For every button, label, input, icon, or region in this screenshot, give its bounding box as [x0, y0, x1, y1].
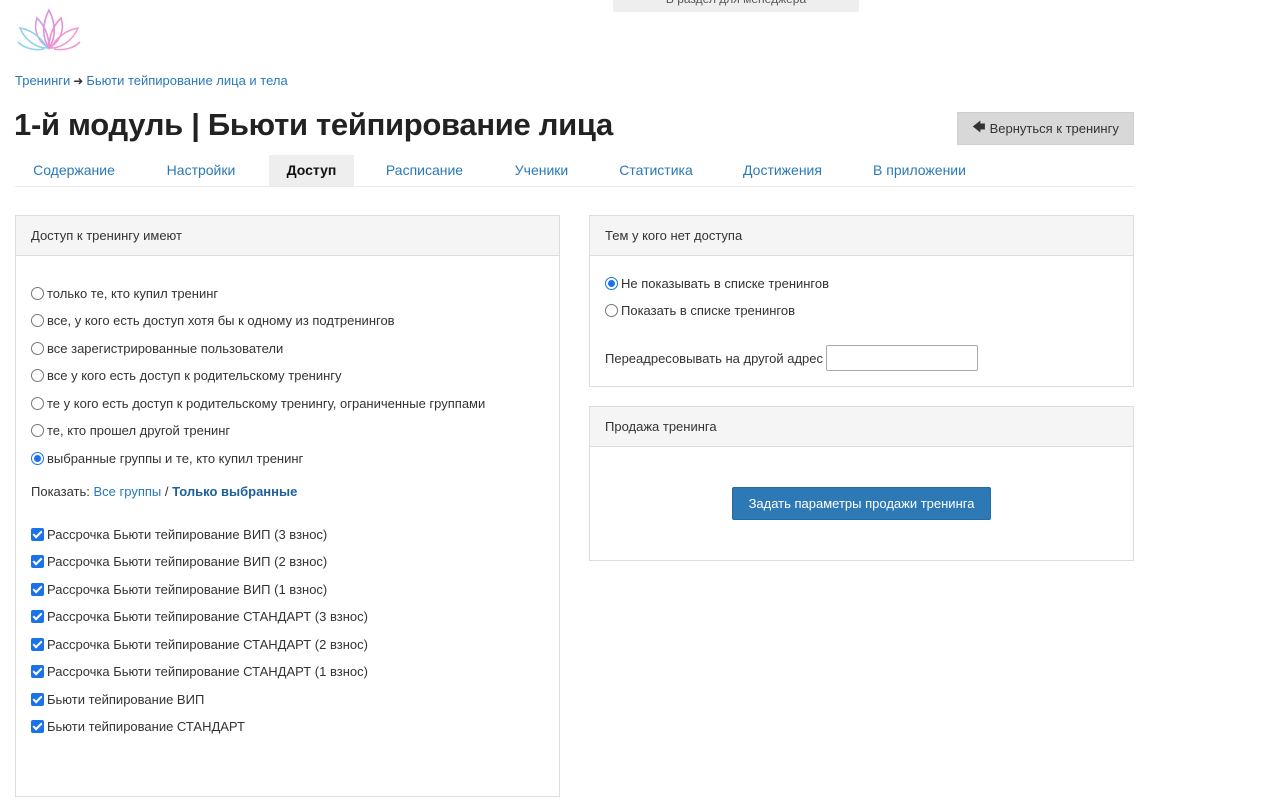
group-label: Рассрочка Бьюти тейпирование СТАНДАРТ (1… [47, 663, 368, 679]
checkbox-checked[interactable] [31, 637, 44, 651]
group-checkbox-row[interactable]: Бьюти тейпирование СТАНДАРТ [31, 716, 245, 736]
only-selected-link[interactable]: Только выбранные [172, 484, 297, 499]
tab-schedule[interactable]: Расписание [354, 155, 495, 186]
checkbox-checked[interactable] [31, 554, 44, 568]
radio-button[interactable] [31, 396, 44, 410]
tab-in-app[interactable]: В приложении [841, 155, 998, 186]
breadcrumb-trainings-link[interactable]: Тренинги [15, 73, 70, 88]
group-checkbox-row[interactable]: Рассрочка Бьюти тейпирование СТАНДАРТ (3… [31, 606, 368, 626]
access-panel: Доступ к тренингу имеют только те, кто к… [15, 215, 560, 797]
tab-students[interactable]: Ученики [495, 155, 588, 186]
lotus-logo-icon [17, 8, 81, 51]
sale-panel-heading: Продажа тренинга [590, 407, 1133, 447]
tab-achievements[interactable]: Достижения [724, 155, 841, 186]
access-option-label: те, кто прошел другой тренинг [47, 422, 231, 438]
group-label: Рассрочка Бьюти тейпирование ВИП (2 взно… [47, 553, 328, 569]
group-label: Рассрочка Бьюти тейпирование ВИП (1 взно… [47, 581, 328, 597]
group-label: Рассрочка Бьюти тейпирование СТАНДАРТ (2… [47, 636, 368, 652]
set-sale-params-button[interactable]: Задать параметры продажи тренинга [732, 487, 991, 520]
access-option-label: все, у кого есть доступ хотя бы к одному… [47, 312, 395, 328]
visibility-option[interactable]: Не показывать в списке тренингов [605, 273, 829, 293]
redirect-row: Переадресовывать на другой адрес [605, 345, 979, 371]
back-button-label: Вернуться к тренингу [989, 121, 1119, 136]
radio-button-selected[interactable] [31, 451, 44, 465]
radio-button[interactable] [31, 423, 44, 437]
arrow-left-icon: 🡄 [972, 118, 986, 134]
access-option[interactable]: только те, кто купил тренинг [31, 283, 218, 303]
group-checkbox-row[interactable]: Рассрочка Бьюти тейпирование ВИП (1 взно… [31, 579, 327, 599]
group-checkbox-row[interactable]: Рассрочка Бьюти тейпирование СТАНДАРТ (1… [31, 661, 368, 681]
tab-statistics[interactable]: Статистика [588, 155, 724, 186]
group-label: Бьюти тейпирование СТАНДАРТ [47, 718, 245, 734]
all-groups-link[interactable]: Все группы [94, 484, 162, 499]
access-option-label: те у кого есть доступ к родительскому тр… [47, 395, 486, 411]
access-option-label: все у кого есть доступ к родительскому т… [47, 367, 342, 383]
group-label: Рассрочка Бьюти тейпирование СТАНДАРТ (3… [47, 608, 368, 624]
access-option[interactable]: те, кто прошел другой тренинг [31, 420, 230, 440]
access-option-label: выбранные группы и те, кто купил тренинг [47, 450, 304, 466]
radio-button-selected[interactable] [605, 276, 618, 290]
access-option[interactable]: все у кого есть доступ к родительскому т… [31, 365, 342, 385]
tab-bar: Содержание Настройки Доступ Расписание У… [15, 155, 1134, 187]
radio-button[interactable] [31, 368, 44, 382]
breadcrumb-current-link[interactable]: Бьюти тейпирование лица и тела [86, 73, 287, 88]
checkbox-checked[interactable] [31, 609, 44, 623]
access-option[interactable]: все, у кого есть доступ хотя бы к одному… [31, 310, 395, 330]
tab-access[interactable]: Доступ [269, 155, 354, 186]
tab-content[interactable]: Содержание [15, 155, 133, 186]
sale-panel: Продажа тренинга Задать параметры продаж… [589, 406, 1134, 561]
radio-button[interactable] [31, 341, 44, 355]
checkbox-checked[interactable] [31, 719, 44, 733]
visibility-option-label: Не показывать в списке тренингов [621, 275, 830, 291]
group-checkbox-row[interactable]: Рассрочка Бьюти тейпирование ВИП (2 взно… [31, 551, 327, 571]
access-option-label: только те, кто купил тренинг [47, 285, 219, 301]
back-to-training-button[interactable]: 🡄 Вернуться к тренингу [957, 112, 1134, 145]
redirect-label: Переадресовывать на другой адрес [605, 350, 824, 366]
no-access-panel-heading: Тем у кого нет доступа [590, 216, 1133, 256]
checkbox-checked[interactable] [31, 582, 44, 596]
group-checkbox-row[interactable]: Бьюти тейпирование ВИП [31, 689, 204, 709]
breadcrumb: Тренинги ➜ Бьюти тейпирование лица и тела [15, 73, 288, 88]
redirect-url-input[interactable] [826, 345, 979, 371]
checkbox-checked[interactable] [31, 664, 44, 678]
radio-button[interactable] [31, 286, 44, 300]
access-option[interactable]: все зарегистрированные пользователи [31, 338, 283, 358]
no-access-panel: Тем у кого нет доступа Не показывать в с… [589, 215, 1134, 387]
access-option[interactable]: выбранные группы и те, кто купил тренинг [31, 448, 303, 468]
access-option-label: все зарегистрированные пользователи [47, 340, 284, 356]
group-checkbox-row[interactable]: Рассрочка Бьюти тейпирование ВИП (3 взно… [31, 524, 327, 544]
breadcrumb-arrow-icon: ➜ [73, 74, 84, 88]
tab-settings[interactable]: Настройки [133, 155, 269, 186]
manager-section-button[interactable]: В раздел для менеджера [613, 0, 859, 12]
group-label: Рассрочка Бьюти тейпирование ВИП (3 взно… [47, 526, 328, 542]
radio-button[interactable] [31, 313, 44, 327]
radio-button[interactable] [605, 303, 618, 317]
group-checkbox-row[interactable]: Рассрочка Бьюти тейпирование СТАНДАРТ (2… [31, 634, 368, 654]
checkbox-checked[interactable] [31, 527, 44, 541]
group-label: Бьюти тейпирование ВИП [47, 691, 205, 707]
access-option[interactable]: те у кого есть доступ к родительскому тр… [31, 393, 485, 413]
visibility-option[interactable]: Показать в списке тренингов [605, 300, 795, 320]
access-panel-heading: Доступ к тренингу имеют [16, 216, 559, 256]
groups-filter-divider: / [164, 484, 169, 499]
visibility-option-label: Показать в списке тренингов [621, 302, 795, 318]
groups-filter-prefix: Показать: [31, 484, 90, 499]
groups-filter: Показать: Все группы / Только выбранные [31, 484, 297, 499]
checkbox-checked[interactable] [31, 692, 44, 706]
page-title: 1-й модуль | Бьюти тейпирование лица [14, 107, 613, 142]
